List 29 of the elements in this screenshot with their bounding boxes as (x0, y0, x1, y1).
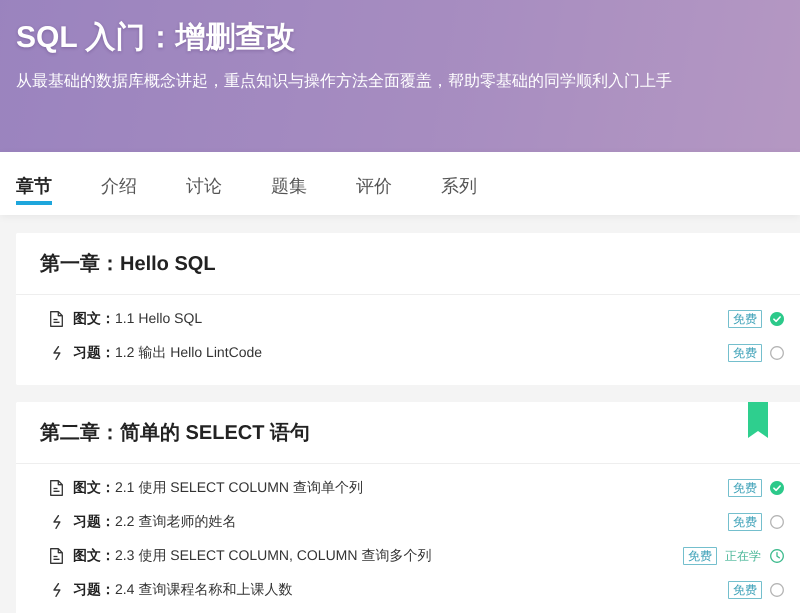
tab[interactable]: 讨论 (186, 152, 222, 205)
price-badge: 免费 (683, 547, 717, 565)
course-title: SQL 入门：增删查改 (16, 20, 296, 56)
lesson-link[interactable]: 习题：2.4 查询课程名称和上课人数 (73, 581, 292, 599)
lightning-icon (52, 346, 60, 360)
chapter-title: 第二章：简单的 SELECT 语句 (40, 420, 310, 446)
lesson-link[interactable]: 习题：2.2 查询老师的姓名 (73, 513, 236, 531)
price-badge: 免费 (728, 581, 762, 599)
course-description: 从最基础的数据库概念讲起，重点知识与操作方法全面覆盖，帮助零基础的同学顺利入门上手 (16, 72, 672, 92)
tab[interactable]: 系列 (441, 152, 477, 205)
lesson-link[interactable]: 图文：2.1 使用 SELECT COLUMN 查询单个列 (73, 479, 363, 497)
lesson-link[interactable]: 图文：1.1 Hello SQL (73, 310, 202, 328)
tab[interactable]: 题集 (271, 152, 307, 205)
lesson-link[interactable]: 图文：2.3 使用 SELECT COLUMN, COLUMN 查询多个列 (73, 547, 432, 565)
price-badge: 免费 (728, 513, 762, 531)
chapter-title: 第一章：Hello SQL (40, 252, 216, 277)
lightning-icon (52, 515, 60, 529)
price-badge: 免费 (728, 479, 762, 497)
tab[interactable]: 章节 (16, 152, 52, 205)
document-icon (50, 311, 63, 327)
document-icon (50, 548, 63, 564)
document-icon (50, 480, 63, 496)
price-badge: 免费 (728, 344, 762, 362)
price-badge: 免费 (728, 310, 762, 328)
lesson-link[interactable]: 习题：1.2 输出 Hello LintCode (73, 344, 262, 362)
lightning-icon (52, 583, 60, 597)
tab[interactable]: 评价 (356, 152, 392, 205)
status-label: 正在学 (725, 548, 761, 564)
tab[interactable]: 介绍 (101, 152, 137, 205)
